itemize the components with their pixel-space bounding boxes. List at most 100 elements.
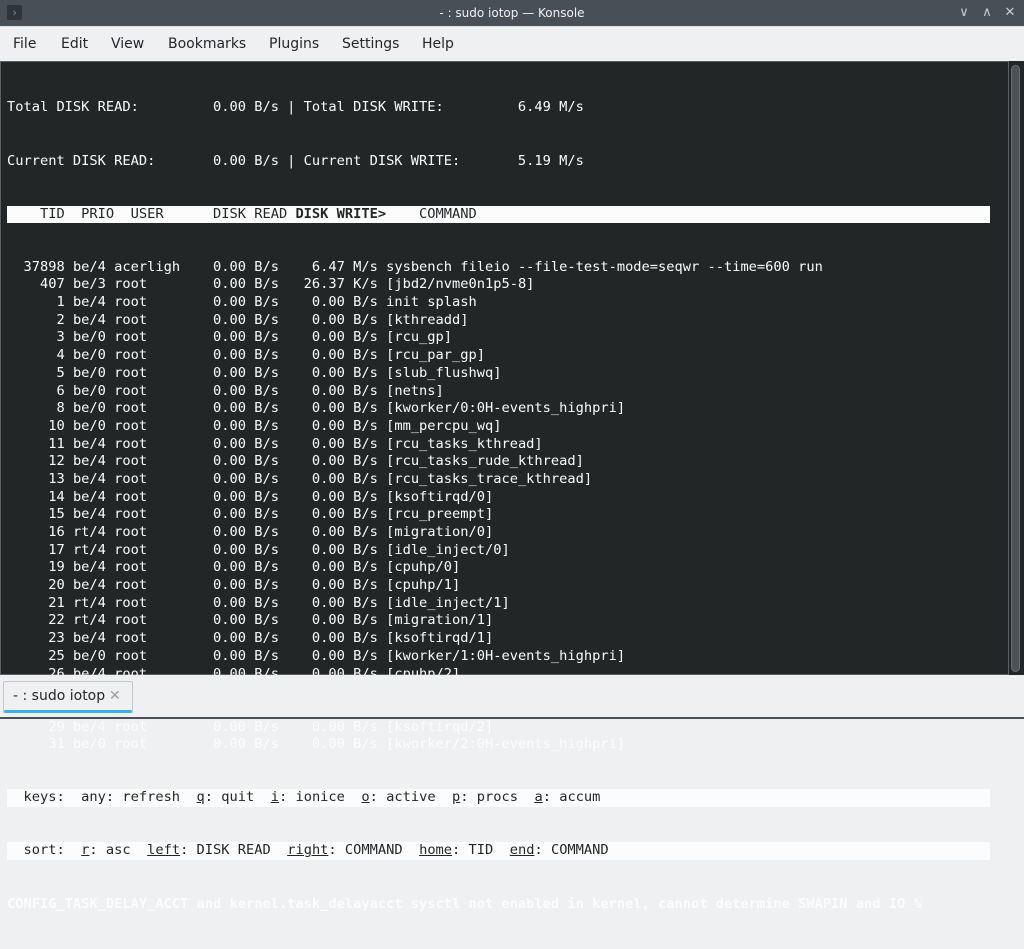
help-text: : procs [460, 789, 535, 806]
process-tid: 12 [7, 453, 73, 470]
menu-file[interactable]: File [13, 27, 36, 61]
terminal-scrollbar[interactable] [1009, 61, 1024, 675]
process-command: [ksoftirqd/0] [386, 488, 494, 505]
process-disk-write: 0.00 B/s [287, 382, 387, 399]
process-prio: be/4 [72, 630, 115, 647]
process-disk-write: 0.00 B/s [287, 612, 387, 629]
process-tid: 25 [7, 647, 73, 664]
process-row: 6 be/0 root 0.00 B/s 0.00 B/s [netns] [7, 383, 1008, 401]
process-command: [jbd2/nvme0n1p5-8] [386, 276, 535, 293]
process-user: root [114, 311, 189, 328]
process-user: root [114, 276, 189, 293]
process-disk-read: 0.00 B/s [188, 347, 288, 364]
process-command: [migration/0] [386, 524, 494, 540]
process-prio: rt/4 [72, 541, 115, 558]
process-disk-write: 0.00 B/s [287, 347, 387, 364]
process-tid: 31 [7, 736, 73, 753]
hotkey: p [452, 789, 461, 806]
process-disk-write: 0.00 B/s [287, 435, 387, 452]
process-disk-read: 0.00 B/s [188, 258, 288, 275]
hotkey: o [361, 789, 370, 806]
process-user: root [114, 329, 189, 346]
tab-close-icon[interactable]: ✕ [109, 682, 121, 710]
close-icon[interactable]: ✕ [1000, 3, 1020, 23]
process-user: root [114, 594, 189, 611]
help-text: : active [369, 789, 453, 806]
header-prio: PRIO [64, 205, 115, 222]
process-disk-read: 0.00 B/s [188, 382, 288, 399]
process-row: 5 be/0 root 0.00 B/s 0.00 B/s [slub_flus… [7, 365, 1008, 383]
process-row: 37898 be/4 acerligh 0.00 B/s 6.47 M/s sy… [7, 259, 1008, 277]
process-user: root [114, 417, 189, 434]
hotkey: home [419, 842, 453, 859]
process-tid: 3 [7, 329, 73, 346]
process-row: 31 be/0 root 0.00 B/s 0.00 B/s [kworker/… [7, 736, 1008, 754]
process-disk-read: 0.00 B/s [188, 630, 288, 647]
menu-view[interactable]: View [111, 27, 144, 61]
process-tid: 11 [7, 435, 73, 452]
process-prio: be/0 [72, 382, 115, 399]
help-text: : ionice [278, 789, 362, 806]
hotkey: end [509, 842, 535, 859]
process-row: 2 be/4 root 0.00 B/s 0.00 B/s [kthreadd] [7, 312, 1008, 330]
process-user: root [114, 470, 189, 487]
process-prio: be/0 [72, 364, 115, 381]
hotkey: i [270, 789, 279, 806]
maximize-icon[interactable]: ∧ [977, 3, 997, 23]
process-prio: be/0 [72, 417, 115, 434]
process-disk-write: 0.00 B/s [287, 329, 387, 346]
process-row: 17 rt/4 root 0.00 B/s 0.00 B/s [idle_inj… [7, 542, 1008, 560]
process-command: sysbench fileio --file-test-mode=seqwr -… [386, 258, 823, 275]
help-text: : DISK READ [180, 842, 288, 859]
process-disk-write: 0.00 B/s [287, 524, 387, 540]
process-prio: be/4 [72, 435, 115, 452]
column-header: TID PRIO USER DISK READ DISK WRITE> COMM… [7, 205, 990, 224]
process-user: root [114, 453, 189, 470]
process-prio: be/3 [72, 276, 115, 293]
process-command: [kworker/1:0H-events_highpri] [386, 647, 626, 664]
process-tid: 15 [7, 506, 73, 523]
process-prio: be/4 [72, 470, 115, 487]
process-prio: rt/4 [72, 612, 115, 629]
process-user: root [114, 435, 189, 452]
process-row: 1 be/4 root 0.00 B/s 0.00 B/s init splas… [7, 294, 1008, 312]
process-disk-read: 0.00 B/s [188, 647, 288, 664]
process-command: [ksoftirqd/2] [386, 718, 494, 735]
process-user: root [114, 541, 189, 558]
process-user: root [114, 559, 189, 576]
menu-settings[interactable]: Settings [342, 27, 399, 61]
process-command: [netns] [386, 382, 444, 399]
process-disk-read: 0.00 B/s [188, 417, 288, 434]
process-prio: be/4 [72, 453, 115, 470]
scrollbar-thumb[interactable] [1011, 65, 1020, 672]
process-user: root [114, 488, 189, 505]
process-user: root [114, 736, 189, 753]
menu-help[interactable]: Help [422, 27, 454, 61]
process-prio: rt/4 [72, 524, 115, 540]
process-row: 13 be/4 root 0.00 B/s 0.00 B/s [rcu_task… [7, 471, 1008, 489]
process-disk-write: 6.47 M/s [287, 258, 387, 275]
tab-label: - : sudo iotop [13, 688, 106, 704]
tab-bar: - : sudo iotop ✕ [0, 675, 1024, 719]
process-prio: be/4 [72, 718, 115, 735]
process-user: root [114, 364, 189, 381]
process-prio: be/0 [72, 736, 115, 753]
process-prio: be/4 [72, 559, 115, 576]
process-prio: be/0 [72, 400, 115, 417]
process-disk-write: 0.00 B/s [287, 364, 387, 381]
process-disk-read: 0.00 B/s [188, 294, 288, 311]
process-disk-read: 0.00 B/s [188, 541, 288, 558]
terminal-view[interactable]: Total DISK READ: 0.00 B/s | Total DISK W… [0, 61, 1009, 912]
process-prio: be/4 [72, 577, 115, 594]
menu-plugins[interactable]: Plugins [269, 27, 319, 61]
menu-edit[interactable]: Edit [61, 27, 88, 61]
process-command: [rcu_preempt] [386, 506, 494, 523]
process-tid: 14 [7, 488, 73, 505]
process-disk-read: 0.00 B/s [188, 364, 288, 381]
process-disk-write: 0.00 B/s [287, 647, 387, 664]
process-row: 407 be/3 root 0.00 B/s 26.37 K/s [jbd2/n… [7, 276, 1008, 294]
minimize-icon[interactable]: ∨ [954, 3, 974, 23]
tab-sudo-iotop[interactable]: - : sudo iotop ✕ [3, 681, 133, 713]
menu-bookmarks[interactable]: Bookmarks [168, 27, 246, 61]
process-disk-read: 0.00 B/s [188, 736, 288, 753]
